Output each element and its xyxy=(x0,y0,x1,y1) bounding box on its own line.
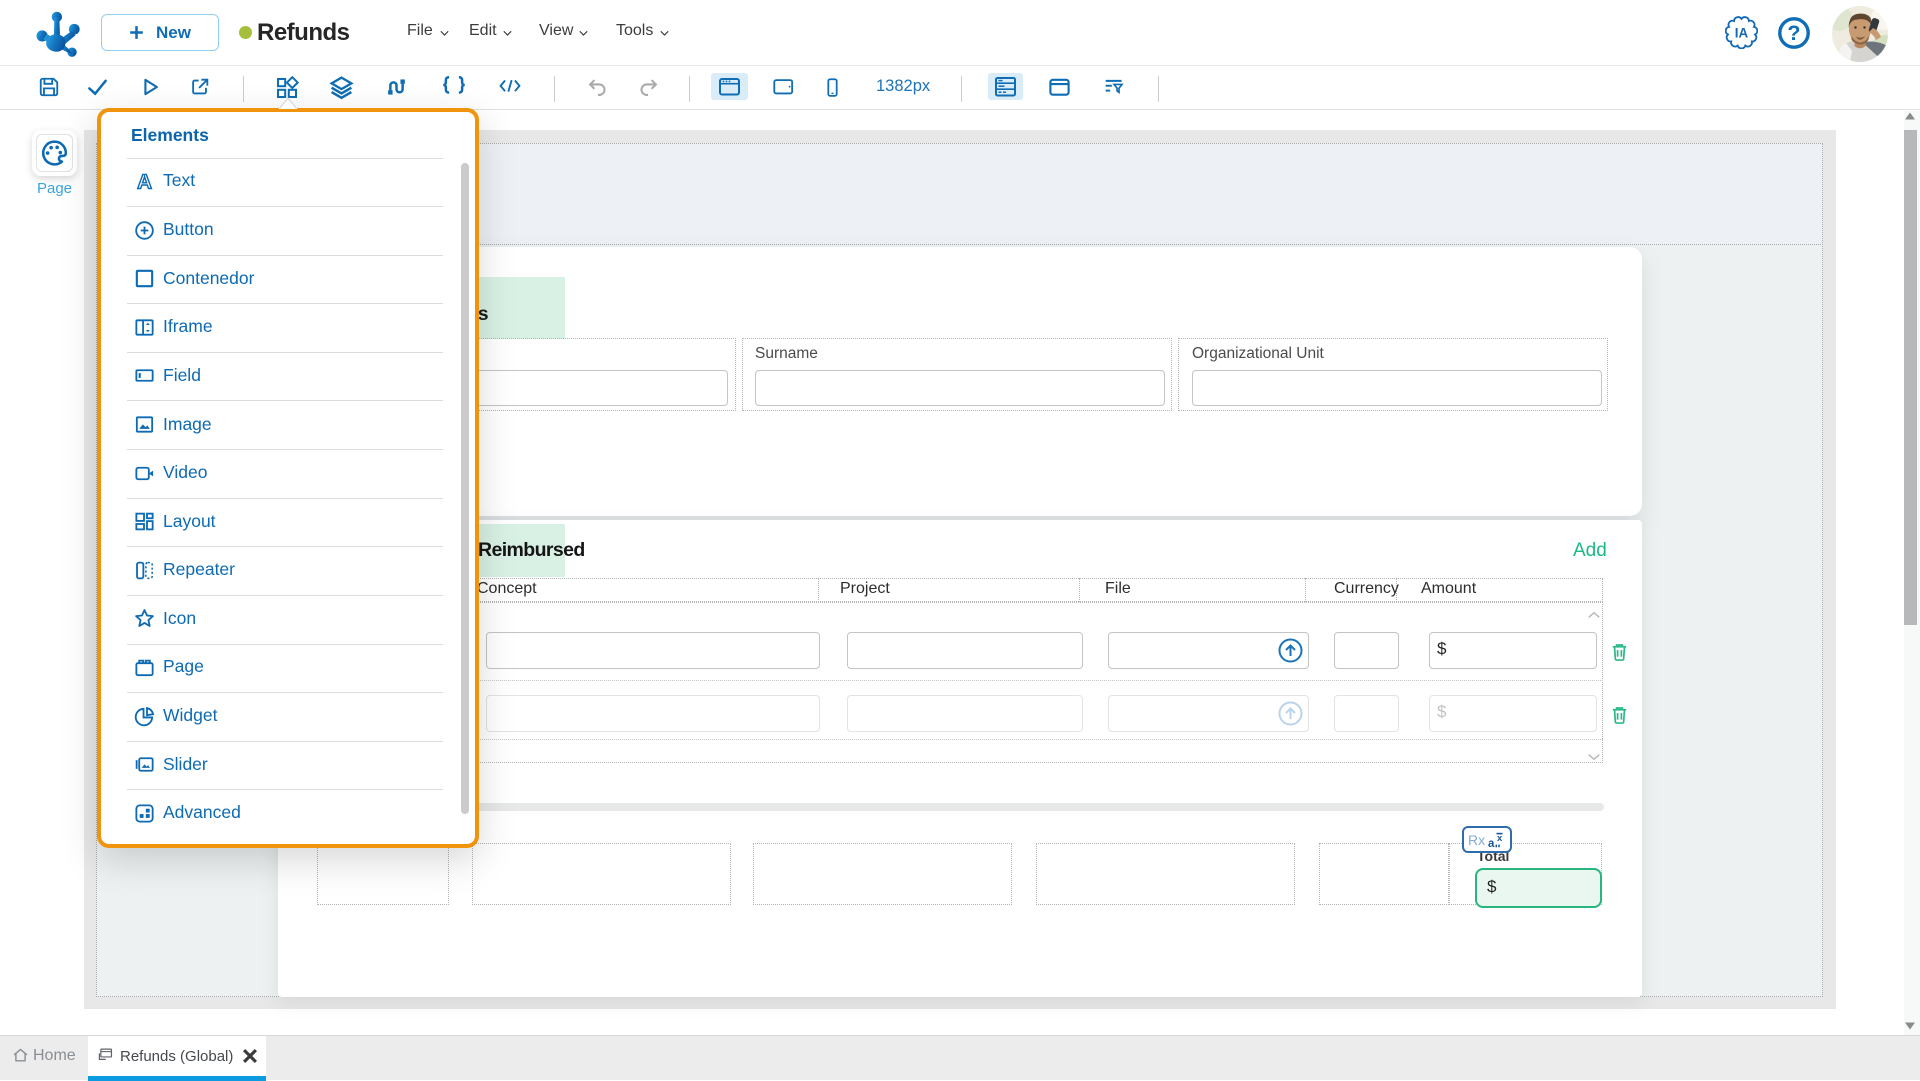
svg-text:IA: IA xyxy=(1735,26,1749,41)
svg-text:a: a xyxy=(1488,838,1495,850)
svg-text:x: x xyxy=(1497,833,1503,844)
svg-text:?: ? xyxy=(1787,21,1800,45)
